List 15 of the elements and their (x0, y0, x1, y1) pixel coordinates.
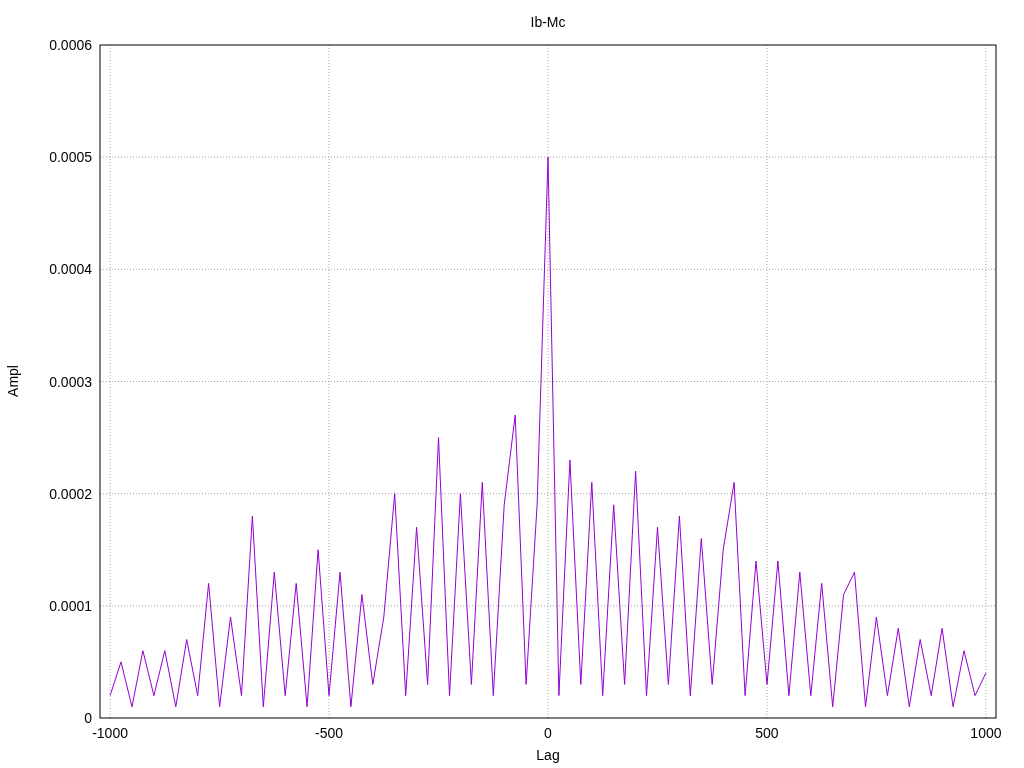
chart-title: Ib-Mc (530, 14, 566, 30)
x-tick-label: -500 (315, 725, 344, 741)
x-tick-label: 1000 (970, 725, 1002, 741)
y-tick-label: 0.0004 (49, 261, 92, 278)
y-tick-label: 0 (84, 710, 92, 726)
x-tick-label: 0 (544, 725, 552, 741)
y-tick-label: 0.0001 (49, 597, 92, 614)
y-tick-label: 0.0003 (49, 373, 92, 390)
x-tick-label: -1000 (92, 725, 128, 741)
y-tick-label: 0.0002 (49, 485, 92, 502)
y-tick-label: 0.0005 (49, 149, 92, 166)
x-axis-label: Lag (536, 747, 560, 763)
x-tick-label: 500 (755, 725, 779, 741)
y-tick-label: 0.0006 (49, 37, 92, 53)
y-axis-label: Ampl (5, 365, 21, 397)
